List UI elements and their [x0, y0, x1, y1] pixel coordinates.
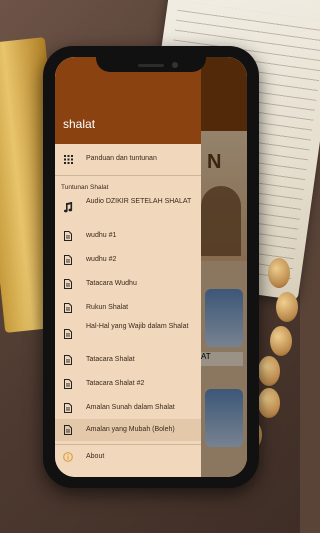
document-icon: [63, 328, 73, 340]
grid-icon: [63, 153, 73, 165]
drawer-item-rukun-shalat[interactable]: Rukun Shalat: [55, 297, 201, 319]
music-note-icon: [63, 201, 73, 213]
document-icon: [63, 278, 73, 290]
drawer-item-label: Tatacara Wudhu: [86, 280, 137, 287]
document-icon: [63, 354, 73, 366]
drawer-divider: [55, 444, 201, 445]
info-icon: [63, 451, 73, 463]
phone-camera: [172, 62, 178, 68]
document-icon: [63, 424, 73, 436]
background-bead: [258, 356, 280, 386]
drawer-item-panduan[interactable]: Panduan dan tuntunan: [55, 149, 201, 169]
drawer-item-audio-dzikir[interactable]: Audio DZIKIR SETELAH SHALAT: [55, 195, 201, 219]
drawer-item-label: Tatacara Shalat: [86, 356, 135, 363]
drawer-item-label: About: [86, 453, 105, 460]
drawer-item-label: Audio DZIKIR SETELAH SHALAT: [86, 198, 192, 205]
app-screen: N AT shalat Panduan dan tuntunan Tuntuna…: [55, 57, 247, 477]
phone-notch: [96, 46, 206, 72]
drawer-item-label: wudhu #2: [86, 256, 117, 263]
drawer-item-label: Rukun Shalat: [86, 304, 129, 311]
drawer-item-wajib-shalat[interactable]: Hal-Hal yang Wajib dalam Shalat: [55, 321, 201, 347]
background-bead: [258, 388, 280, 418]
drawer-divider: [55, 175, 201, 176]
drawer-item-label: Hal-Hal yang Wajib dalam Shalat: [86, 323, 189, 330]
drawer-item-about[interactable]: About: [55, 447, 201, 467]
background-bead: [270, 326, 292, 356]
document-icon: [63, 230, 73, 242]
document-icon: [63, 378, 73, 390]
document-icon: [63, 402, 73, 414]
drawer-item-wudhu-2[interactable]: wudhu #2: [55, 249, 201, 271]
document-icon: [63, 254, 73, 266]
drawer-scrim[interactable]: [201, 57, 247, 477]
drawer-section-title: Tuntunan Shalat: [61, 184, 109, 191]
background-bead: [276, 292, 298, 322]
drawer-item-amalan-sunah[interactable]: Amalan Sunah dalam Shalat: [55, 397, 201, 419]
document-icon: [63, 302, 73, 314]
navigation-drawer: shalat Panduan dan tuntunan Tuntunan Sha…: [55, 57, 201, 477]
drawer-item-label: Panduan dan tuntunan: [86, 155, 157, 162]
phone-speaker: [138, 64, 164, 67]
drawer-item-label: Amalan yang Mubah (Boleh): [86, 426, 175, 433]
drawer-item-label: Tatacara Shalat #2: [86, 380, 145, 387]
drawer-title: shalat: [63, 117, 96, 131]
drawer-item-tatacara-shalat[interactable]: Tatacara Shalat: [55, 349, 201, 371]
background-bead: [268, 258, 290, 288]
drawer-item-tatacara-shalat-2[interactable]: Tatacara Shalat #2: [55, 373, 201, 395]
drawer-item-label: Amalan Sunah dalam Shalat: [86, 404, 175, 411]
drawer-item-label: wudhu #1: [86, 232, 117, 239]
drawer-item-wudhu-1[interactable]: wudhu #1: [55, 225, 201, 247]
drawer-item-tatacara-wudhu[interactable]: Tatacara Wudhu: [55, 273, 201, 295]
drawer-item-amalan-mubah[interactable]: Amalan yang Mubah (Boleh): [55, 419, 201, 441]
